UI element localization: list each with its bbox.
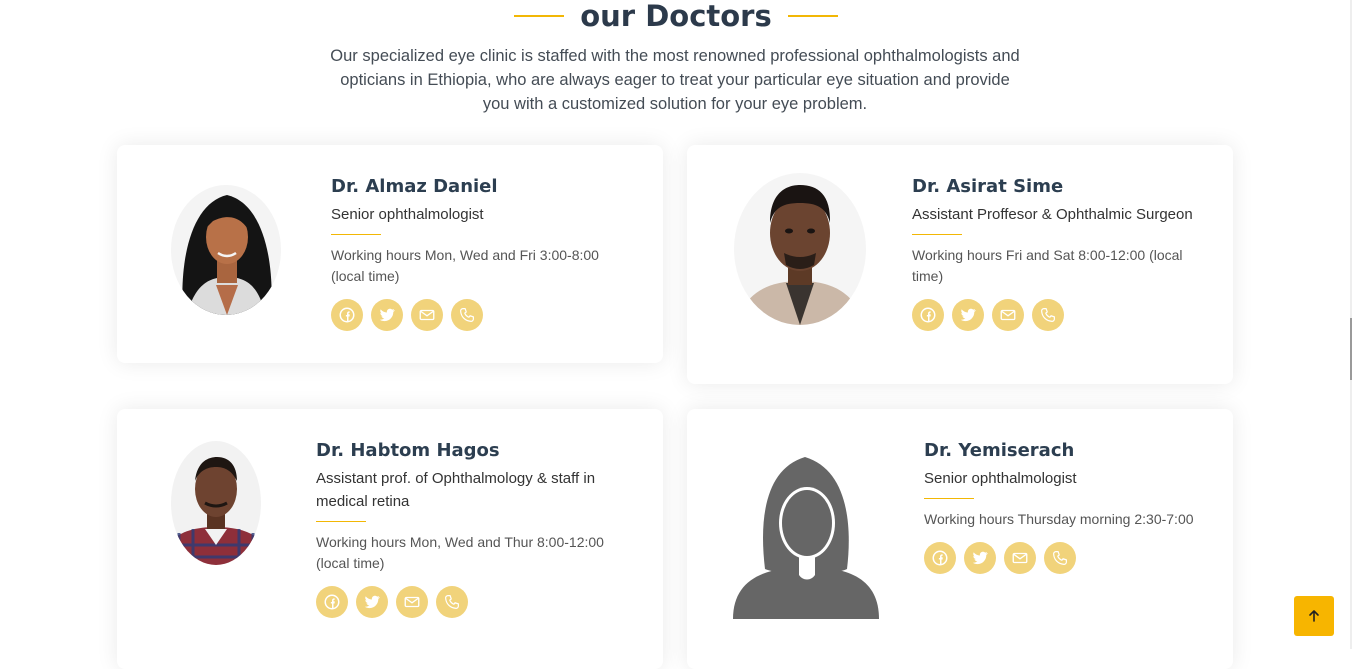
section-intro: Our specialized eye clinic is staffed wi… bbox=[330, 47, 1020, 113]
doctor-photo bbox=[734, 173, 866, 325]
phone-icon bbox=[460, 308, 474, 322]
twitter-icon bbox=[960, 308, 976, 322]
doctor-card: Dr. Asirat Sime Assistant Proffesor & Op… bbox=[687, 145, 1233, 384]
phone-icon bbox=[1041, 308, 1055, 322]
envelope-icon bbox=[419, 309, 435, 321]
doctor-card: Dr. Habtom Hagos Assistant prof. of Opht… bbox=[117, 409, 663, 669]
twitter-link[interactable] bbox=[964, 542, 996, 574]
phone-link[interactable] bbox=[1032, 299, 1064, 331]
social-links bbox=[912, 299, 1212, 331]
title-decoration-right bbox=[787, 15, 838, 17]
doctor-name: Dr. Yemiserach bbox=[924, 440, 1075, 461]
social-links bbox=[316, 586, 636, 618]
section-heading: our Doctors bbox=[0, 0, 1352, 32]
phone-link[interactable] bbox=[451, 299, 483, 331]
doctor-photo bbox=[171, 441, 261, 565]
facebook-link[interactable] bbox=[924, 542, 956, 574]
social-links bbox=[924, 542, 1194, 574]
doctor-info: Dr. Yemiserach Senior ophthalmologist Wo… bbox=[924, 439, 1194, 574]
twitter-link[interactable] bbox=[356, 586, 388, 618]
email-link[interactable] bbox=[1004, 542, 1036, 574]
divider bbox=[912, 234, 962, 235]
doctor-role: Assistant prof. of Ophthalmology & staff… bbox=[316, 470, 596, 510]
envelope-icon bbox=[1012, 552, 1028, 564]
doctor-info: Dr. Habtom Hagos Assistant prof. of Opht… bbox=[316, 439, 636, 618]
phone-link[interactable] bbox=[436, 586, 468, 618]
facebook-link[interactable] bbox=[331, 299, 363, 331]
doctor-name: Dr. Habtom Hagos bbox=[316, 440, 500, 461]
doctor-name: Dr. Almaz Daniel bbox=[331, 176, 498, 197]
twitter-icon bbox=[379, 308, 395, 322]
phone-icon bbox=[1053, 551, 1067, 565]
divider bbox=[316, 521, 366, 522]
twitter-icon bbox=[972, 551, 988, 565]
doctor-hours: Working hours Mon, Wed and Thur 8:00-12:… bbox=[316, 534, 604, 571]
doctor-info: Dr. Asirat Sime Assistant Proffesor & Op… bbox=[912, 175, 1212, 331]
doctor-hours: Working hours Thursday morning 2:30-7:00 bbox=[924, 511, 1194, 527]
twitter-icon bbox=[364, 595, 380, 609]
email-link[interactable] bbox=[396, 586, 428, 618]
doctor-role: Senior ophthalmologist bbox=[924, 470, 1077, 487]
phone-link[interactable] bbox=[1044, 542, 1076, 574]
doctor-card: Dr. Almaz Daniel Senior ophthalmologist … bbox=[117, 145, 663, 363]
facebook-icon bbox=[324, 594, 340, 610]
back-to-top-button[interactable] bbox=[1294, 596, 1334, 636]
doctor-role: Senior ophthalmologist bbox=[331, 206, 484, 223]
email-link[interactable] bbox=[411, 299, 443, 331]
envelope-icon bbox=[404, 596, 420, 608]
envelope-icon bbox=[1000, 309, 1016, 321]
twitter-link[interactable] bbox=[371, 299, 403, 331]
arrow-up-icon bbox=[1309, 610, 1319, 622]
doctor-hours: Working hours Mon, Wed and Fri 3:00-8:00… bbox=[331, 247, 599, 284]
doctor-hours: Working hours Fri and Sat 8:00-12:00 (lo… bbox=[912, 247, 1183, 284]
email-link[interactable] bbox=[992, 299, 1024, 331]
avatar-placeholder-icon bbox=[733, 457, 879, 619]
facebook-icon bbox=[932, 550, 948, 566]
doctor-name: Dr. Asirat Sime bbox=[912, 176, 1064, 197]
doctor-info: Dr. Almaz Daniel Senior ophthalmologist … bbox=[331, 175, 631, 331]
divider bbox=[924, 498, 974, 499]
divider bbox=[331, 234, 381, 235]
section-title: our Doctors bbox=[580, 0, 772, 33]
social-links bbox=[331, 299, 631, 331]
doctor-role: Assistant Proffesor & Ophthalmic Surgeon bbox=[912, 206, 1193, 223]
phone-icon bbox=[445, 595, 459, 609]
doctor-photo bbox=[729, 449, 885, 627]
doctor-card: Dr. Yemiserach Senior ophthalmologist Wo… bbox=[687, 409, 1233, 669]
doctor-photo bbox=[171, 185, 281, 315]
facebook-icon bbox=[920, 307, 936, 323]
twitter-link[interactable] bbox=[952, 299, 984, 331]
title-decoration-left bbox=[514, 15, 565, 17]
facebook-link[interactable] bbox=[912, 299, 944, 331]
facebook-link[interactable] bbox=[316, 586, 348, 618]
facebook-icon bbox=[339, 307, 355, 323]
